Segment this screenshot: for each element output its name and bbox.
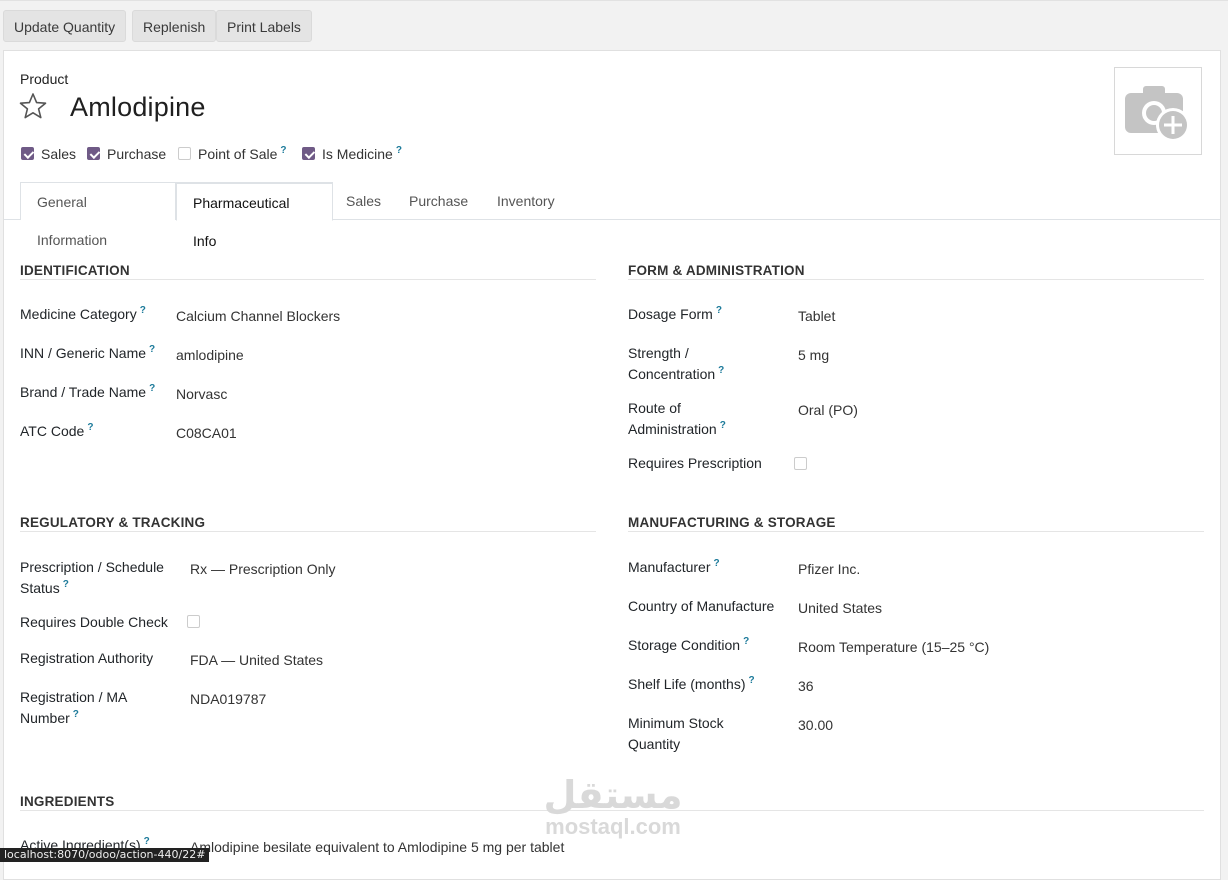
dosage-form-value[interactable]: Tablet: [798, 306, 835, 327]
control-panel: Update Quantity Replenish Print Labels: [0, 0, 1228, 49]
tab-inventory[interactable]: Inventory: [497, 182, 555, 220]
schedule-status-label: Prescription / Schedule Status?: [20, 559, 164, 596]
section-title-regulatory: REGULATORY & TRACKING: [20, 515, 206, 530]
medicine-category-value[interactable]: Calcium Channel Blockers: [176, 306, 340, 327]
is-medicine-label: Is Medicine?: [322, 145, 402, 162]
tab-pharmaceutical-info[interactable]: Pharmaceutical Info: [176, 182, 333, 249]
shelf-life-value[interactable]: 36: [798, 676, 814, 697]
medicine-category-label: Medicine Category?: [20, 305, 146, 322]
tab-sales[interactable]: Sales: [346, 182, 381, 220]
help-icon[interactable]: ?: [144, 836, 150, 847]
inn-value[interactable]: amlodipine: [176, 345, 244, 366]
form-sheet: Product Amlodipine Sales Purchase Point …: [3, 50, 1221, 880]
requires-prescription-label: Requires Prescription: [628, 455, 762, 471]
registration-authority-label: Registration Authority: [20, 650, 154, 666]
dosage-form-label: Dosage Form?: [628, 305, 722, 322]
help-icon[interactable]: ?: [63, 579, 69, 590]
inn-label: INN / Generic Name?: [20, 344, 156, 361]
help-icon[interactable]: ?: [718, 365, 724, 376]
help-icon[interactable]: ?: [73, 709, 79, 720]
storage-condition-value[interactable]: Room Temperature (15–25 °C): [798, 637, 989, 658]
brand-label: Brand / Trade Name?: [20, 383, 156, 400]
star-icon[interactable]: [18, 91, 48, 121]
country-label: Country of Manufacture: [628, 598, 775, 614]
schedule-status-value[interactable]: Rx — Prescription Only: [190, 559, 335, 580]
point-of-sale-label: Point of Sale?: [198, 145, 287, 162]
manufacturer-value[interactable]: Pfizer Inc.: [798, 559, 860, 580]
min-stock-label: Minimum Stock Quantity: [628, 715, 724, 752]
country-value[interactable]: United States: [798, 598, 882, 619]
section-title-ingredients: INGREDIENTS: [20, 794, 115, 809]
browser-status-url: localhost:8070/odoo/action-440/22#: [0, 848, 210, 862]
registration-authority-value[interactable]: FDA — United States: [190, 650, 323, 671]
tab-purchase[interactable]: Purchase: [409, 182, 468, 220]
registration-number-label: Registration / MA Number?: [20, 689, 128, 726]
section-divider: [628, 279, 1204, 280]
section-title-identification: IDENTIFICATION: [20, 263, 130, 278]
is-medicine-checkbox[interactable]: [302, 147, 315, 160]
registration-number-value[interactable]: NDA019787: [190, 689, 266, 710]
double-check-checkbox[interactable]: [187, 615, 200, 628]
print-labels-button[interactable]: Print Labels: [216, 10, 312, 42]
sales-checkbox[interactable]: [21, 147, 34, 160]
route-value[interactable]: Oral (PO): [798, 400, 858, 421]
active-ingredients-value[interactable]: Amlodipine besilate equivalent to Amlodi…: [190, 837, 564, 858]
help-icon[interactable]: ?: [149, 344, 155, 355]
replenish-button[interactable]: Replenish: [132, 10, 217, 42]
section-divider: [20, 531, 596, 532]
help-icon[interactable]: ?: [720, 420, 726, 431]
atc-code-label: ATC Code?: [20, 422, 94, 439]
product-name[interactable]: Amlodipine: [70, 92, 206, 123]
double-check-label: Requires Double Check: [20, 614, 168, 630]
help-icon[interactable]: ?: [749, 675, 755, 686]
requires-prescription-checkbox[interactable]: [794, 457, 807, 470]
purchase-checkbox-label: Purchase: [107, 146, 167, 162]
shelf-life-label: Shelf Life (months)?: [628, 675, 755, 692]
manufacturer-label: Manufacturer?: [628, 558, 720, 575]
strength-value[interactable]: 5 mg: [798, 345, 829, 366]
help-icon[interactable]: ?: [280, 145, 286, 156]
route-label: Route of Administration?: [628, 400, 726, 437]
section-title-form: FORM & ADMINISTRATION: [628, 263, 805, 278]
sales-checkbox-label: Sales: [41, 146, 77, 162]
point-of-sale-checkbox[interactable]: [178, 147, 191, 160]
help-icon[interactable]: ?: [87, 422, 93, 433]
help-icon[interactable]: ?: [396, 145, 402, 156]
add-photo-icon: [1125, 86, 1190, 142]
help-icon[interactable]: ?: [149, 383, 155, 394]
atc-code-value[interactable]: C08CA01: [176, 423, 237, 444]
help-icon[interactable]: ?: [140, 305, 146, 316]
section-divider: [20, 279, 596, 280]
brand-value[interactable]: Norvasc: [176, 384, 227, 405]
storage-condition-label: Storage Condition?: [628, 636, 750, 653]
watermark-logo: مستقل mostaql.com: [543, 775, 683, 839]
product-image[interactable]: [1114, 67, 1202, 155]
product-label: Product: [20, 71, 69, 87]
help-icon[interactable]: ?: [713, 558, 719, 569]
strength-label: Strength / Concentration?: [628, 345, 725, 382]
update-quantity-button[interactable]: Update Quantity: [3, 10, 127, 42]
min-stock-value[interactable]: 30.00: [798, 715, 833, 736]
help-icon[interactable]: ?: [716, 305, 722, 316]
purchase-checkbox[interactable]: [87, 147, 100, 160]
tab-general-information[interactable]: General Information: [20, 182, 176, 248]
help-icon[interactable]: ?: [743, 636, 749, 647]
section-divider: [628, 531, 1204, 532]
section-title-manufacturing: MANUFACTURING & STORAGE: [628, 515, 836, 530]
